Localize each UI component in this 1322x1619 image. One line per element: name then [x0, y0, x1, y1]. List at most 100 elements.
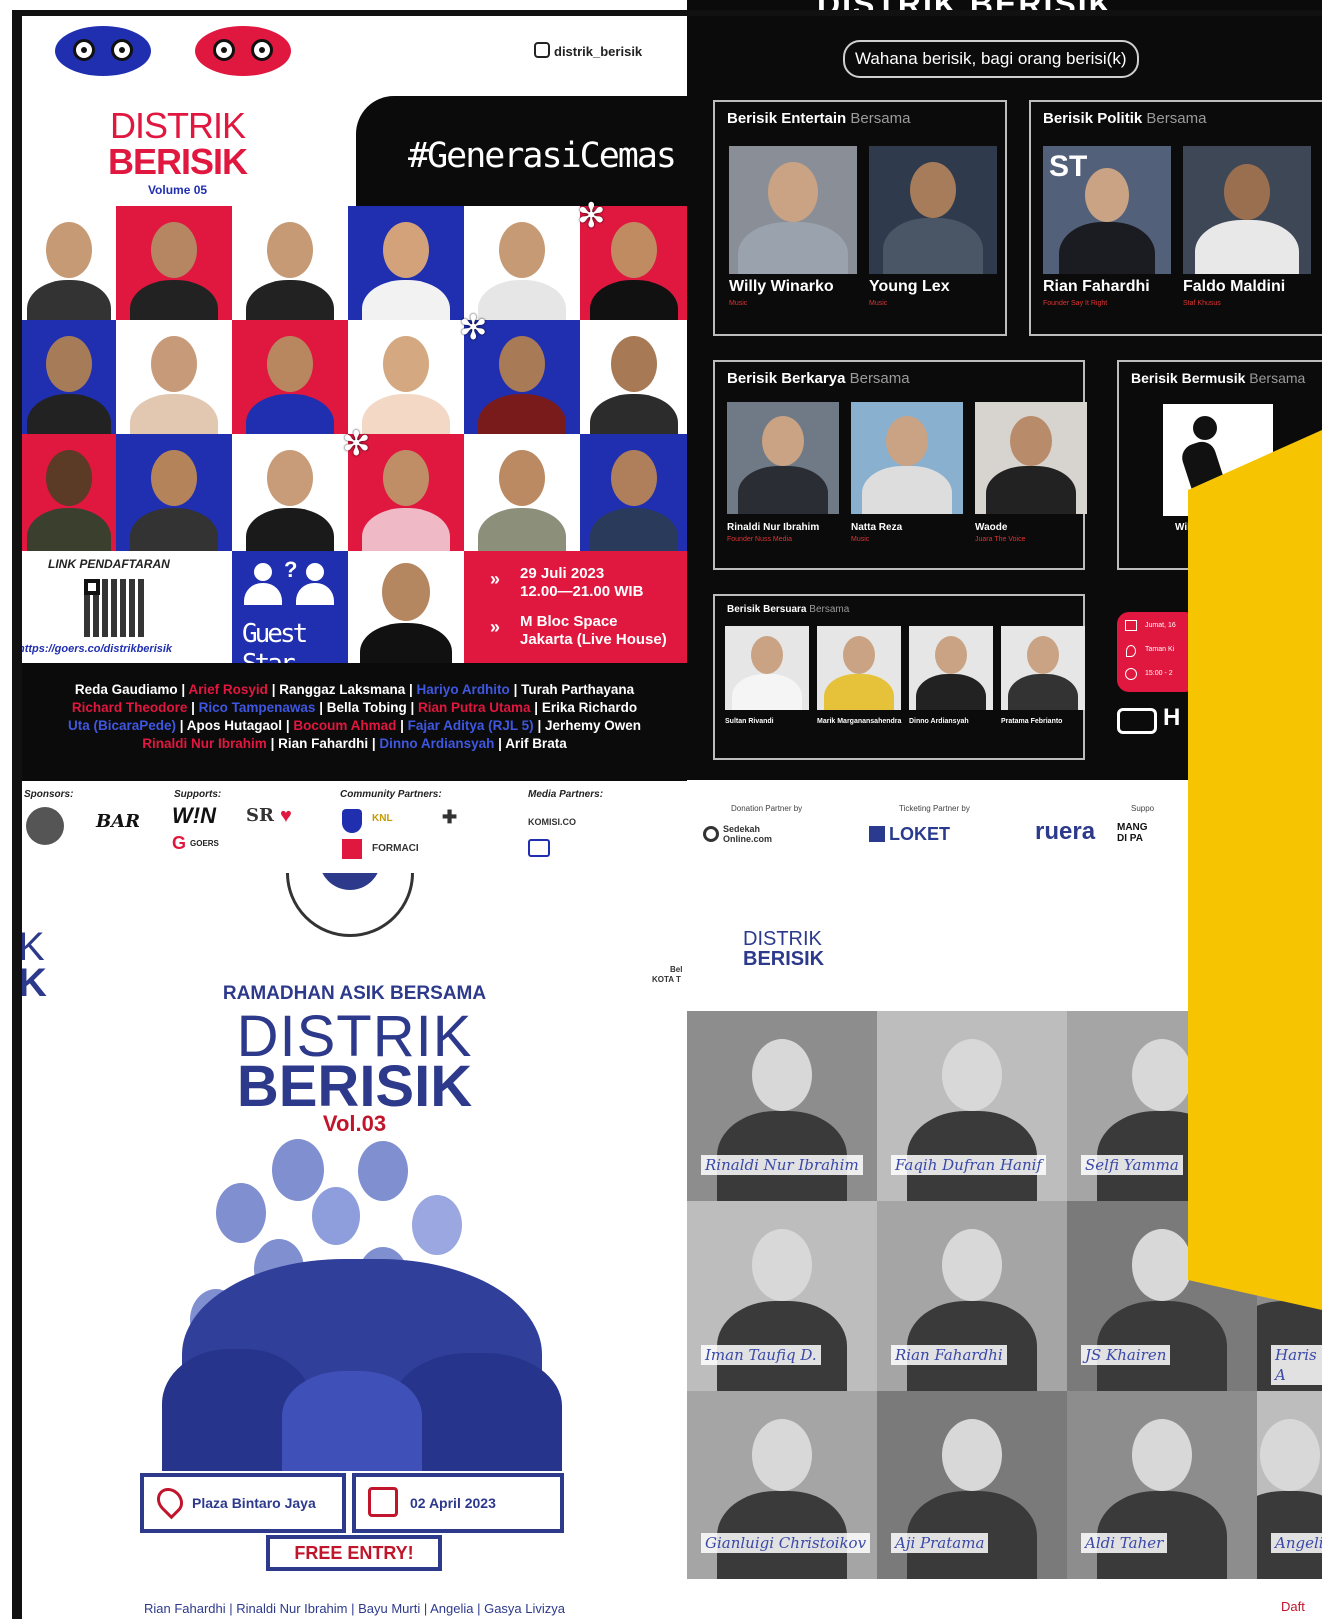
bottom-lineup: Rian Fahardhi | Rinaldi Nur Ibrahim | Ba… [143, 1601, 566, 1616]
bw-person-cell: Aji Pratama [877, 1391, 1067, 1579]
person-name: Natta Reza [851, 522, 903, 533]
bw-person-name: Faqih Dufran Hanif [891, 1155, 1046, 1175]
lineup-segment: | [282, 718, 294, 733]
performer-photo [464, 206, 580, 320]
logo-line1: DISTRIK [110, 105, 246, 146]
lineup-segment: Rico Tampenawas [198, 700, 316, 715]
location-icon [1126, 645, 1136, 657]
lineup-segment: Bocoum Ahmad [293, 718, 397, 733]
lineup-segment: | [368, 736, 380, 751]
lineup-segment: Rinaldi Nur Ibrahim [142, 736, 267, 751]
lineup-segment: | [396, 718, 408, 733]
younglex-photo [869, 146, 997, 274]
edge-small-text: Bel [670, 965, 683, 974]
card-politik-title: Berisik Politik Bersama [1043, 110, 1207, 127]
sultan-photo [725, 626, 809, 710]
bw-person-name: JS Khairen [1081, 1345, 1171, 1365]
event-date: 29 Juli 2023 [520, 565, 605, 582]
lineup-segment: Bella Tobing [326, 700, 407, 715]
logo-komisi: KOMISI.CO [528, 817, 577, 827]
hashtag-text: #GenerasiCemas [408, 136, 677, 176]
info-day: Jumat, 16 [1145, 622, 1176, 629]
hashtag-panel: #GenerasiCemas [356, 96, 687, 206]
event-info-box: » 29 Juli 2023 12.00—21.00 WIB » M Bloc … [464, 551, 687, 663]
lineup-segment: Fajar Aditya (RJL 5) [407, 718, 534, 733]
person-name: Waode [975, 522, 1008, 533]
registration-box: LINK PENDAFTARAN https://goers.co/distri… [22, 551, 232, 663]
media-logo-icon [528, 839, 550, 857]
lineup-segment: | [266, 736, 279, 751]
person-name: Rian Fahardhi [1043, 278, 1150, 295]
bw-person-name: Iman Taufiq D. [701, 1345, 821, 1365]
person-name: Young Lex [869, 278, 950, 295]
flower-decoration-icon: ✻ [577, 197, 606, 235]
logo-loket: LOKET [889, 824, 950, 844]
lineup-segment: | [509, 682, 522, 697]
calendar-icon [368, 1487, 398, 1517]
lineup-segment: Arif Brata [505, 736, 567, 751]
sponsors-label: Sponsors: [24, 789, 74, 800]
event-time: 12.00—21.00 WIB [520, 583, 644, 600]
performer-photo [464, 434, 580, 551]
location-text: Plaza Bintaro Jaya [192, 1495, 316, 1511]
performer-photo [116, 434, 232, 551]
bw-person-cell: Angelia [1257, 1391, 1322, 1579]
performer-photo [116, 320, 232, 434]
poster-volume-03: K K Bel KOTA T RAMADHAN ASIK BERSAMA DIS… [22, 873, 687, 1619]
bw-person-cell: Iman Taufiq D. [687, 1201, 877, 1391]
logo-sedekah: Sedekah Online.com [723, 824, 773, 844]
flower-decoration-icon: ✻ [342, 425, 371, 463]
sponsor-avatar-icon [26, 807, 64, 845]
person-name: Dinno Ardiansyah [909, 718, 969, 725]
bw-person-cell: Gianluigi Christoikov [687, 1391, 877, 1579]
card-bersuara-title: Berisik Bersuara Bersama [727, 604, 850, 615]
tagline-pill: Wahana berisik, bagi orang berisi(k) [843, 40, 1139, 78]
top-title: DISTRIK BERISIK [817, 0, 1114, 22]
performer-photo [116, 206, 232, 320]
info-time: 15:00 - 2 [1145, 670, 1173, 677]
bw-person-cell: Faqih Dufran Hanif [877, 1011, 1067, 1201]
lineup-segment: Hariyo Ardhito [416, 682, 510, 697]
community-label: Community Partners: [340, 789, 442, 800]
lineup-segment: Reda Gaudiamo [74, 682, 178, 697]
registration-link[interactable]: https://goers.co/distrikberisik [22, 643, 172, 655]
free-entry-text: FREE ENTRY! [294, 1543, 414, 1563]
bw-person-cell: Rinaldi Nur Ibrahim [687, 1011, 877, 1201]
kicker-text: RAMADHAN ASIK BERSAMA [222, 983, 487, 1004]
event-venue: M Bloc Space [520, 613, 618, 630]
red-logo-icon [342, 839, 362, 859]
free-entry-box: FREE ENTRY! [266, 1535, 442, 1571]
date-box: 02 April 2023 [352, 1473, 564, 1533]
lineup-segment: | [494, 736, 506, 751]
support-label: Suppo [1131, 804, 1155, 813]
location-box: Plaza Bintaro Jaya [140, 1473, 346, 1533]
lineup-segment: | [315, 700, 327, 715]
bw-person-name: Gianluigi Christoikov [701, 1533, 871, 1553]
guest-star-box: ? Guest Star [232, 551, 348, 679]
person-name: Sultan Rivandi [725, 718, 774, 725]
performer-photo [348, 206, 464, 320]
eye-logo-blue [55, 26, 151, 76]
bw-person-cell: Aldi Taher [1067, 1391, 1257, 1579]
lineup-lines: Reda Gaudiamo | Arief Rosyid | Ranggaz L… [22, 681, 687, 753]
marik-photo [817, 626, 901, 710]
performer-photo [232, 206, 348, 320]
shield-logo-icon [342, 809, 362, 833]
logo-line2: BERISIK [108, 141, 248, 182]
logo-bar: BAR [96, 811, 141, 832]
logo-volume: Volume 05 [147, 183, 208, 197]
event-info-pill: Jumat, 16 Taman Ki 15:00 - 2 [1117, 612, 1197, 692]
date-text: 02 April 2023 [410, 1495, 496, 1511]
lineup-segment: Jerhemy Owen [544, 718, 642, 733]
ticket-icon[interactable] [1117, 708, 1157, 734]
bw-person-name: Angelia [1271, 1533, 1322, 1553]
performer-photo [22, 320, 116, 434]
faldo-photo [1183, 146, 1311, 274]
person-role: Staf Khusus [1183, 300, 1221, 307]
lineup-segment: | [177, 682, 189, 697]
chevron-right-icon: » [490, 617, 501, 637]
waode-photo [975, 402, 1087, 514]
bw-person-name: Rinaldi Nur Ibrahim [701, 1155, 863, 1175]
eye-logo-red [195, 26, 291, 76]
lineup-segment: Rian Fahardhi [278, 736, 369, 751]
